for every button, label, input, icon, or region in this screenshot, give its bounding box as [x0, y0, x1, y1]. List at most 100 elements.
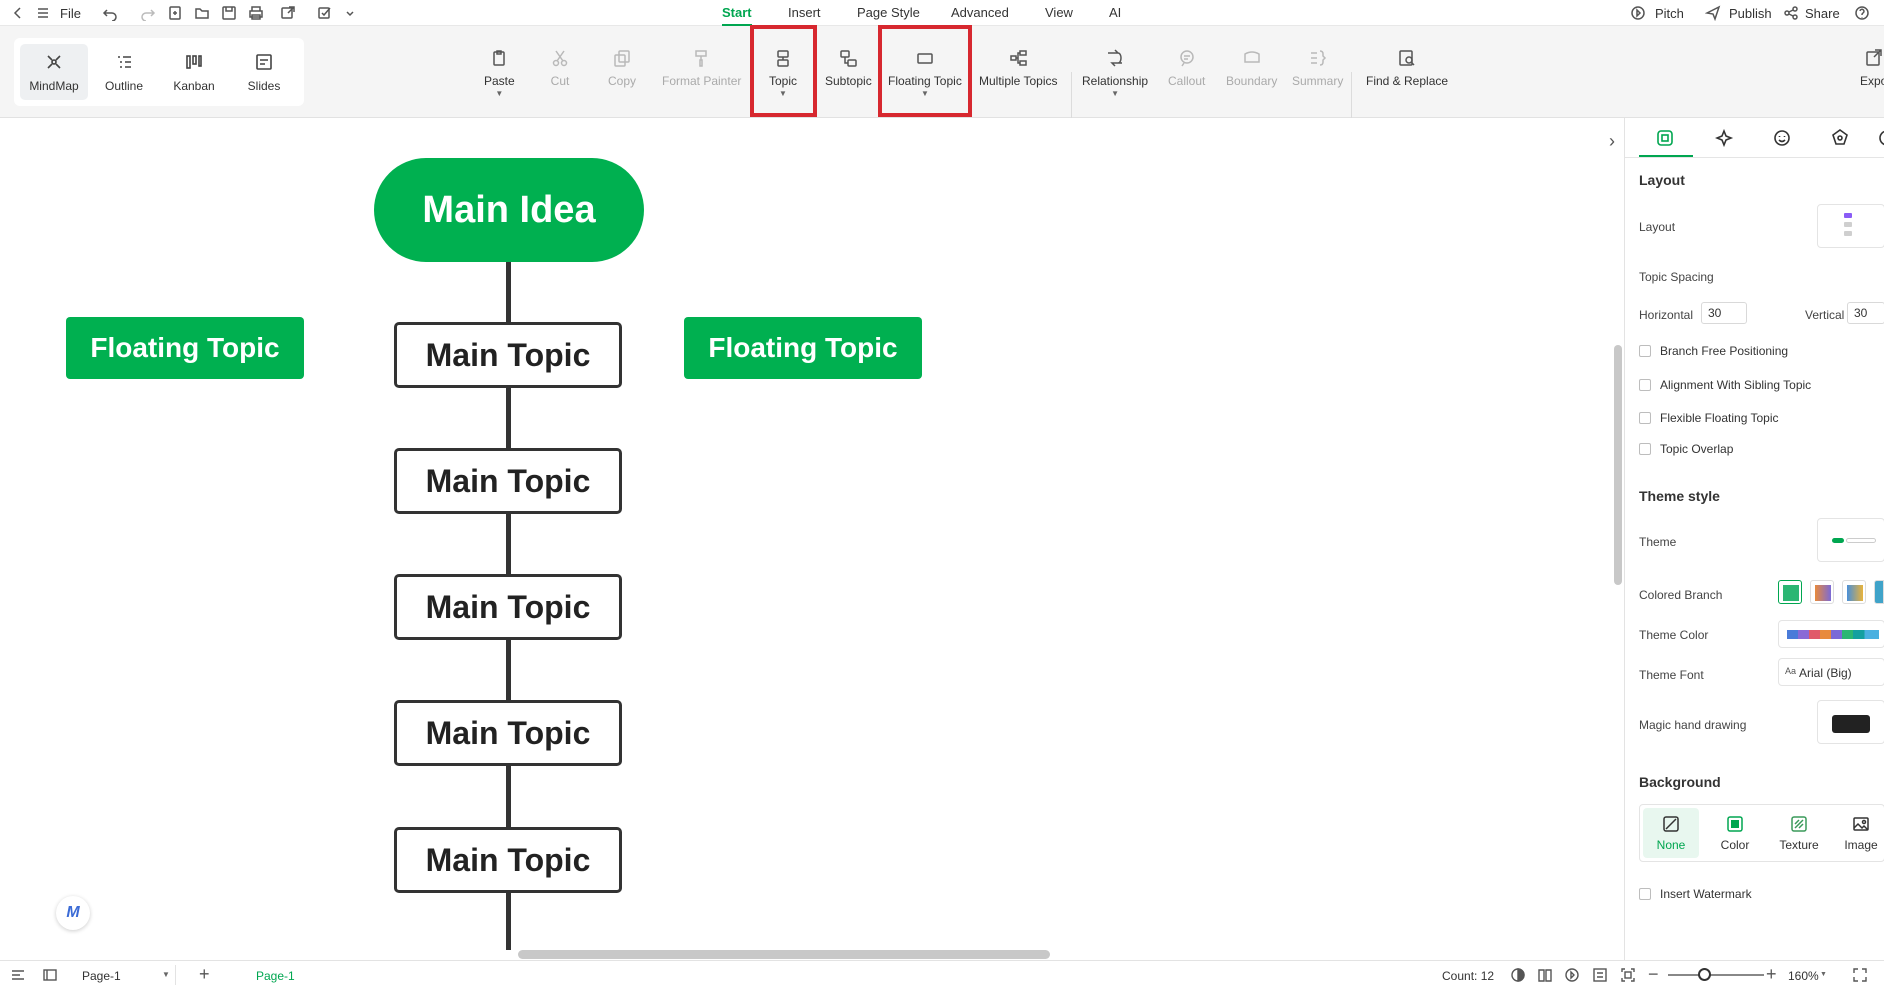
share-icon[interactable] — [1781, 3, 1801, 23]
layout-selector[interactable] — [1817, 204, 1884, 248]
tab-ai[interactable]: AI — [1109, 5, 1121, 24]
insert-watermark-checkbox[interactable]: Insert Watermark — [1639, 887, 1752, 901]
main-topic-node[interactable]: Main Topic — [394, 827, 622, 893]
main-topic-node[interactable]: Main Topic — [394, 574, 622, 640]
pitch-button[interactable]: Pitch — [1655, 6, 1684, 21]
view-mindmap[interactable]: MindMap — [20, 44, 88, 100]
page-tab[interactable]: Page-1 — [256, 969, 295, 983]
more-chevron-icon[interactable] — [340, 3, 360, 23]
print-icon[interactable] — [246, 3, 266, 23]
tab-theme[interactable] — [1828, 126, 1852, 150]
vertical-scrollbar[interactable] — [1614, 345, 1622, 585]
branch-option[interactable] — [1842, 580, 1866, 604]
page-select[interactable]: Page-1 ▼ — [72, 965, 176, 985]
boundary-button[interactable]: Boundary — [1226, 48, 1277, 88]
tab-advanced[interactable]: Advanced — [951, 5, 1009, 24]
flexible-floating-checkbox[interactable]: Flexible Floating Topic — [1639, 411, 1779, 425]
page-panel-icon[interactable] — [42, 967, 58, 983]
branch-option[interactable] — [1810, 580, 1834, 604]
zoom-slider[interactable] — [1668, 968, 1764, 981]
book-icon[interactable] — [1537, 967, 1553, 983]
tab-icons[interactable] — [1770, 126, 1794, 150]
tab-more[interactable] — [1873, 126, 1884, 150]
fit-screen-icon[interactable] — [1620, 967, 1636, 983]
summary-button[interactable]: Summary — [1292, 48, 1343, 88]
floating-topic-left[interactable]: Floating Topic — [66, 317, 304, 379]
callout-button[interactable]: Callout — [1168, 48, 1205, 88]
back-icon[interactable] — [8, 3, 28, 23]
horizontal-spacing-input[interactable]: 30 — [1701, 302, 1747, 324]
open-folder-icon[interactable] — [192, 3, 212, 23]
zoom-level[interactable]: 160% — [1788, 969, 1819, 983]
magic-hand-toggle[interactable] — [1817, 700, 1884, 744]
theme-color-selector[interactable] — [1778, 620, 1884, 648]
theme-selector[interactable] — [1817, 518, 1884, 562]
theme-style-heading: Theme style — [1639, 488, 1720, 504]
floating-topic-button[interactable]: Floating Topic ▼ — [888, 48, 962, 98]
main-topic-node[interactable]: Main Topic — [394, 448, 622, 514]
tab-start[interactable]: Start — [722, 5, 752, 26]
background-color-option[interactable]: Color — [1707, 808, 1763, 858]
outline-toggle-icon[interactable] — [10, 967, 26, 983]
export-button[interactable]: Expo — [1860, 48, 1884, 88]
fullscreen-icon[interactable] — [1852, 967, 1868, 983]
task-icon[interactable] — [315, 3, 335, 23]
background-image-option[interactable]: Image — [1833, 808, 1884, 858]
save-icon[interactable] — [219, 3, 239, 23]
multiple-topics-button[interactable]: Multiple Topics — [979, 48, 1057, 88]
collapse-panel-icon[interactable]: › — [1602, 124, 1622, 158]
find-replace-button[interactable]: Find & Replace — [1366, 48, 1448, 88]
branch-option[interactable] — [1874, 580, 1884, 604]
publish-button[interactable]: Publish — [1729, 6, 1772, 21]
mindmap-canvas[interactable] — [0, 118, 1604, 960]
zoom-slider-handle[interactable] — [1698, 968, 1711, 981]
topic-button[interactable]: Topic ▼ — [769, 48, 797, 98]
app-logo-icon[interactable]: M — [56, 896, 90, 930]
redo-icon[interactable] — [138, 3, 158, 23]
help-icon[interactable] — [1852, 3, 1872, 23]
fit-page-icon[interactable] — [1592, 967, 1608, 983]
new-file-icon[interactable] — [165, 3, 185, 23]
tab-page-style[interactable]: Page Style — [857, 5, 920, 24]
horizontal-scrollbar[interactable] — [518, 950, 1050, 959]
file-menu[interactable]: File — [60, 6, 81, 21]
cut-button[interactable]: Cut — [550, 48, 570, 88]
hamburger-menu-icon[interactable] — [33, 3, 53, 23]
play-icon[interactable] — [1564, 967, 1580, 983]
branch-free-positioning-checkbox[interactable]: Branch Free Positioning — [1639, 344, 1788, 358]
copy-button[interactable]: Copy — [608, 48, 636, 88]
view-slides[interactable]: Slides — [230, 44, 298, 100]
subtopic-button[interactable]: Subtopic — [825, 48, 872, 88]
tab-ai-style[interactable] — [1713, 126, 1737, 150]
topic-overlap-checkbox[interactable]: Topic Overlap — [1639, 442, 1733, 456]
view-kanban[interactable]: Kanban — [160, 44, 228, 100]
floating-topic-right[interactable]: Floating Topic — [684, 317, 922, 379]
sparkle-icon — [1715, 128, 1734, 148]
theme-font-selector[interactable]: Aa Arial (Big) — [1778, 658, 1884, 686]
share-button[interactable]: Share — [1805, 6, 1840, 21]
paste-button[interactable]: Paste ▼ — [484, 48, 515, 98]
zoom-in-icon[interactable]: + — [1766, 964, 1777, 985]
pitch-icon[interactable] — [1628, 3, 1648, 23]
export-icon[interactable] — [278, 3, 298, 23]
main-topic-node[interactable]: Main Topic — [394, 322, 622, 388]
format-painter-button[interactable]: Format Painter — [662, 48, 741, 88]
main-idea-node[interactable]: Main Idea — [374, 158, 644, 262]
tab-insert[interactable]: Insert — [788, 5, 821, 24]
publish-icon[interactable] — [1703, 3, 1723, 23]
vertical-spacing-input[interactable]: 30 — [1847, 302, 1884, 324]
background-none-option[interactable]: None — [1643, 808, 1699, 858]
topic-icon — [777, 50, 789, 67]
tab-view[interactable]: View — [1045, 5, 1073, 24]
view-outline[interactable]: Outline — [90, 44, 158, 100]
tab-page-format[interactable] — [1639, 126, 1693, 157]
alignment-sibling-checkbox[interactable]: Alignment With Sibling Topic — [1639, 378, 1811, 392]
background-texture-option[interactable]: Texture — [1771, 808, 1827, 858]
main-topic-node[interactable]: Main Topic — [394, 700, 622, 766]
add-page-icon[interactable]: + — [199, 964, 210, 985]
undo-icon[interactable] — [100, 3, 120, 23]
branch-option[interactable] — [1778, 580, 1802, 604]
zoom-out-icon[interactable]: − — [1648, 964, 1659, 985]
relationship-button[interactable]: Relationship ▼ — [1082, 48, 1148, 98]
theme-mode-icon[interactable] — [1510, 967, 1526, 983]
